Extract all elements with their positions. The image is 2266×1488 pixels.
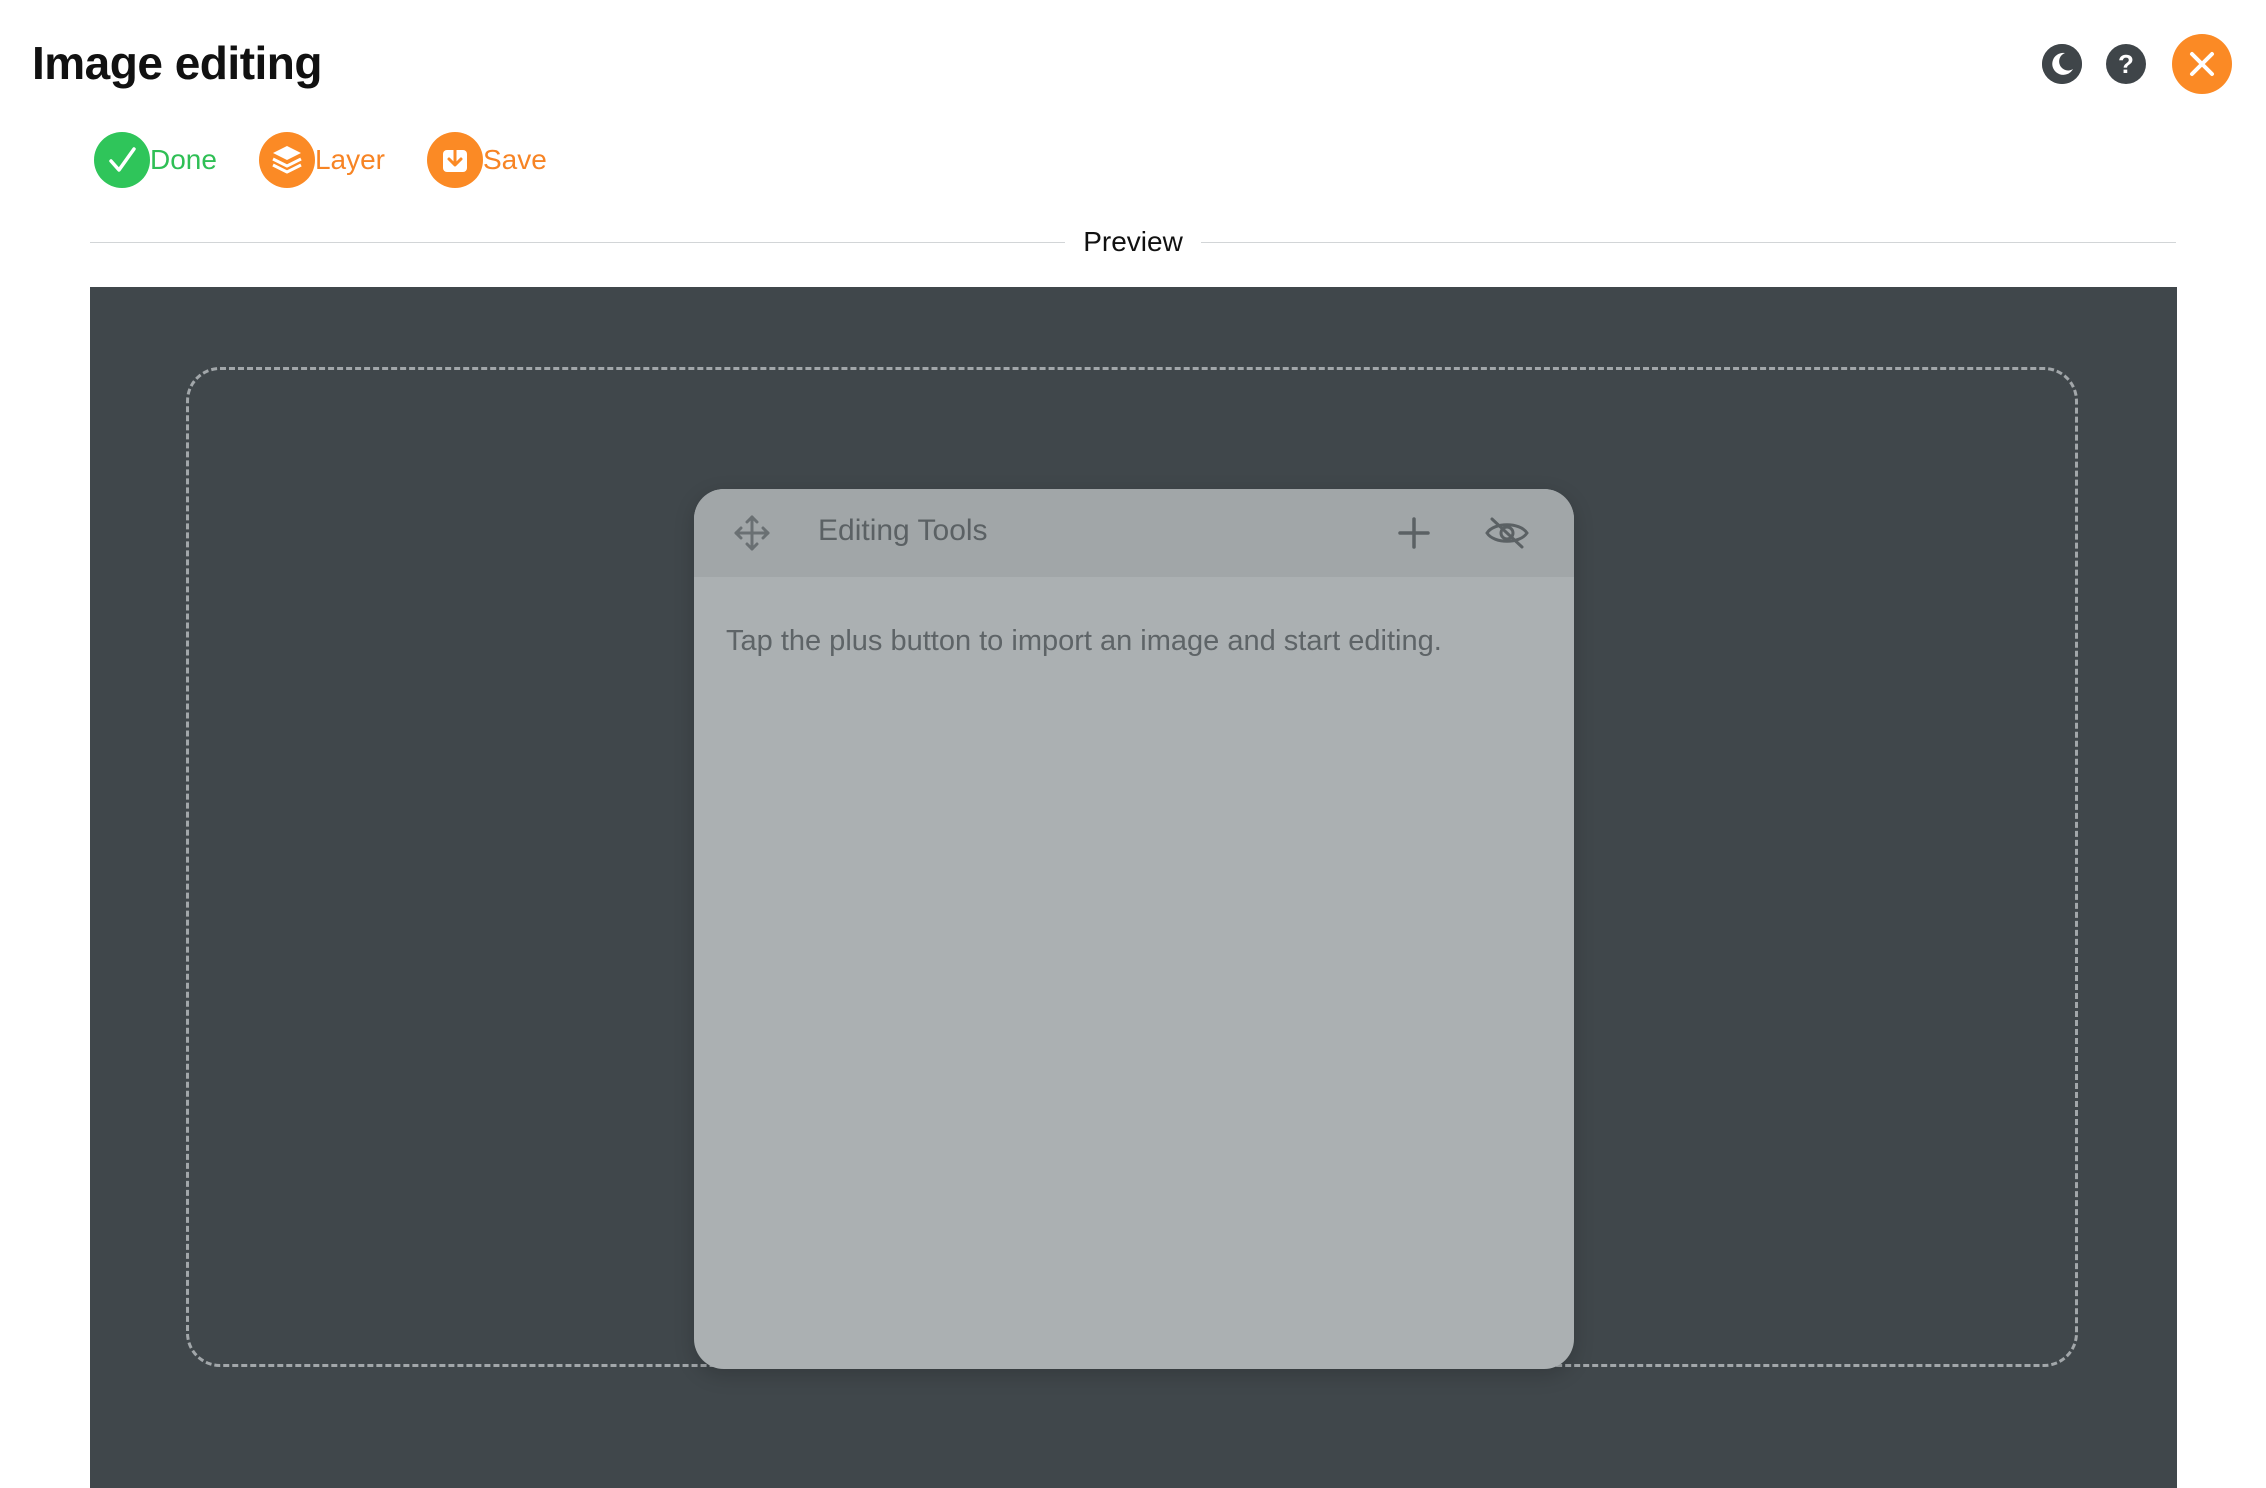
done-label: Done	[150, 144, 217, 175]
layer-button[interactable]: Layer	[258, 132, 385, 188]
layers-icon	[272, 146, 302, 174]
panel-hint-text: Tap the plus button to import an image a…	[726, 625, 1442, 657]
close-icon	[2190, 52, 2214, 76]
preview-canvas[interactable]: Editing Tools Tap the plus button to imp…	[90, 287, 2177, 1488]
save-label: Save	[482, 144, 547, 175]
checkmark-icon	[109, 147, 136, 172]
moon-icon	[2042, 44, 2082, 84]
panel-header[interactable]: Editing Tools	[694, 489, 1574, 577]
move-icon[interactable]	[732, 513, 772, 558]
divider-line-left	[90, 241, 1066, 243]
close-button[interactable]	[2172, 34, 2232, 94]
question-icon: ?	[2118, 49, 2134, 79]
preview-divider: Preview	[90, 224, 2176, 260]
layer-circle	[258, 132, 315, 188]
checkmark-circle	[94, 132, 150, 188]
eye-slash-icon[interactable]	[1484, 513, 1530, 558]
dark-mode-button[interactable]	[2042, 44, 2082, 84]
toolbar: Done Layer Save	[94, 132, 589, 188]
page-title: Image editing	[32, 37, 322, 89]
save-circle	[426, 132, 483, 188]
plus-icon[interactable]	[1394, 513, 1434, 558]
download-icon	[442, 144, 467, 172]
panel-title: Editing Tools	[818, 514, 988, 547]
top-actions: ?	[2018, 34, 2232, 94]
save-button[interactable]: Save	[426, 132, 547, 188]
done-button[interactable]: Done	[94, 132, 217, 188]
help-button[interactable]: ?	[2106, 44, 2146, 84]
editing-tools-panel[interactable]: Editing Tools Tap the plus button to imp…	[694, 489, 1574, 1369]
preview-label: Preview	[1083, 226, 1183, 257]
layer-label: Layer	[314, 144, 385, 175]
divider-line-right	[1200, 241, 2176, 243]
